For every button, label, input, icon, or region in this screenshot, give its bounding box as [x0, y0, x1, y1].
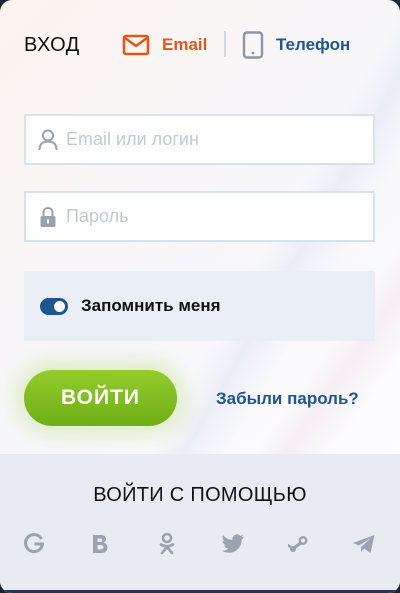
- login-field[interactable]: [24, 114, 375, 165]
- remember-me-row: Запомнить меня: [24, 271, 375, 341]
- login-input[interactable]: [66, 116, 356, 163]
- vk-icon[interactable]: [88, 532, 112, 556]
- login-header: ВХОД Email Телефон: [24, 30, 376, 60]
- tab-phone[interactable]: Телефон: [242, 31, 350, 59]
- lock-icon: [37, 206, 59, 228]
- password-input[interactable]: [66, 193, 356, 240]
- password-field[interactable]: [24, 191, 375, 242]
- google-icon[interactable]: [22, 532, 46, 556]
- odnoklassniki-icon[interactable]: [155, 532, 179, 556]
- social-icons-row: [0, 532, 400, 556]
- envelope-icon: [122, 34, 150, 56]
- user-icon: [37, 129, 59, 151]
- login-card: ВХОД Email Телефон Email или логин Запом…: [0, 0, 400, 593]
- telegram-icon[interactable]: [352, 532, 376, 556]
- tab-email-label: Email: [162, 35, 208, 54]
- social-login-section: ВОЙТИ С ПОМОЩЬЮ: [0, 454, 400, 593]
- forgot-password-link[interactable]: Забыли пароль?: [216, 389, 359, 409]
- login-title: ВХОД: [24, 33, 80, 56]
- tab-divider: [224, 31, 226, 57]
- twitter-icon[interactable]: [221, 532, 245, 556]
- tab-phone-label: Телефон: [276, 35, 351, 54]
- toggle-knob: [54, 300, 65, 312]
- social-login-title: ВОЙТИ С ПОМОЩЬЮ: [93, 484, 307, 506]
- remember-me-label[interactable]: Запомнить меня: [81, 296, 221, 316]
- steam-icon[interactable]: [287, 532, 311, 556]
- login-button[interactable]: ВОЙТИ: [24, 370, 177, 426]
- remember-me-toggle[interactable]: [40, 297, 68, 315]
- smartphone-icon: [242, 31, 264, 59]
- tab-email[interactable]: Email: [122, 34, 207, 56]
